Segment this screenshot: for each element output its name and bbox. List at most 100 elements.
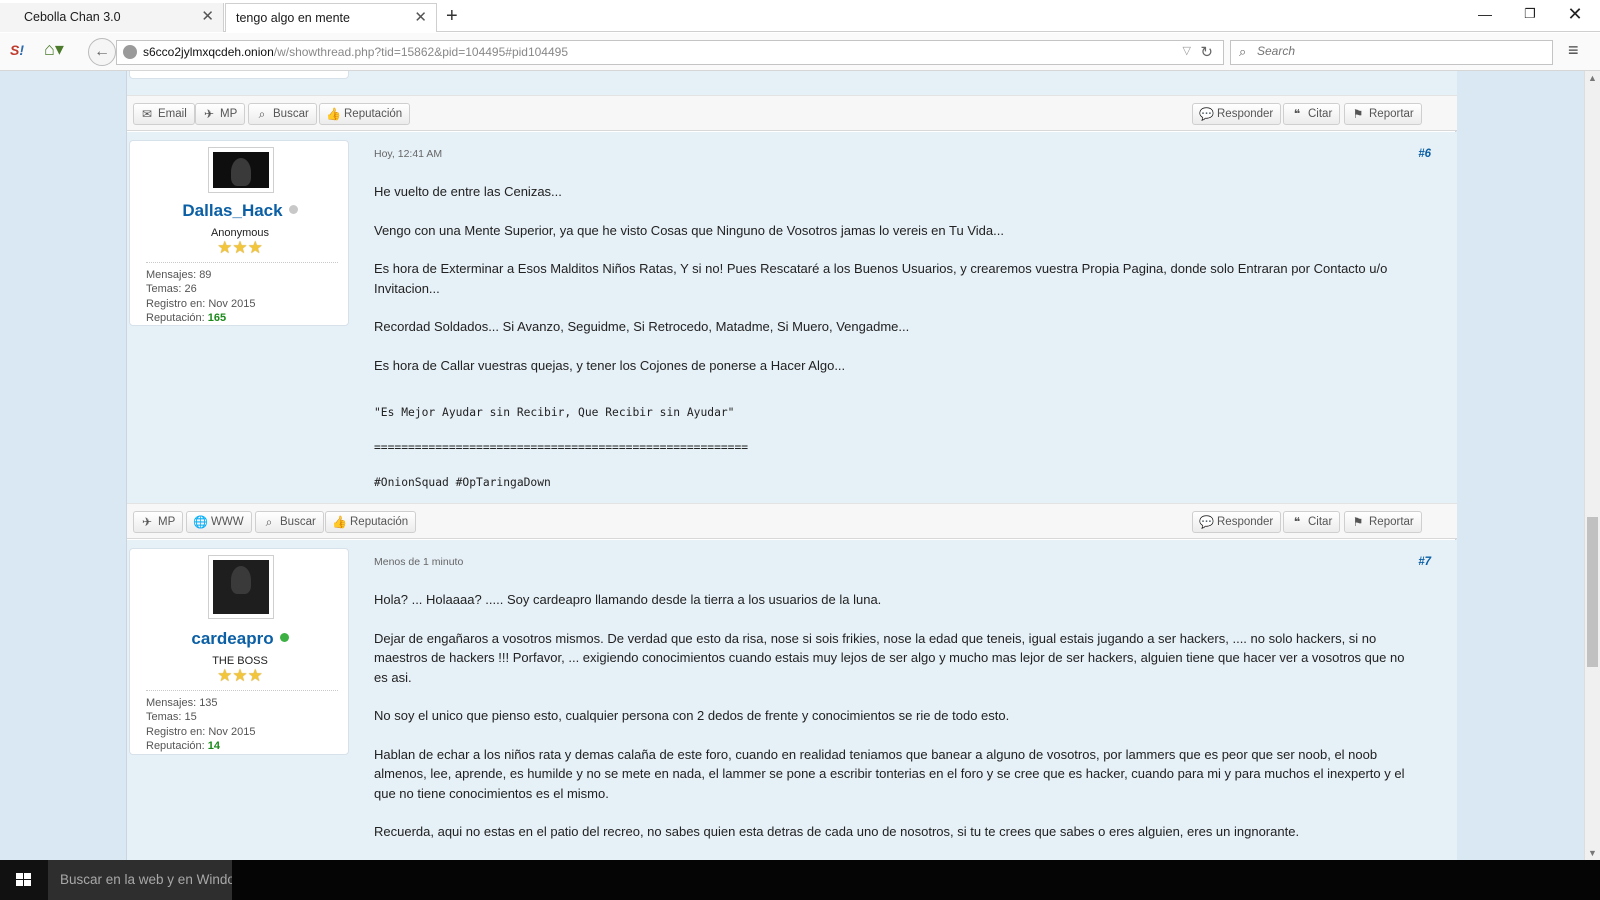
tab-tengo-algo-en-mente[interactable]: tengo algo en mente ✕: [225, 3, 437, 32]
post-body: He vuelto de entre las Cenizas... Vengo …: [374, 182, 1414, 394]
stat-threads: Temas: 15: [146, 711, 197, 724]
reputation-button[interactable]: 👍 Reputación: [325, 511, 417, 533]
vertical-scrollbar[interactable]: ▲ ▼: [1584, 71, 1600, 860]
post-body: Hola? ... Holaaaa? ..... Soy cardeapro l…: [374, 590, 1414, 860]
close-icon[interactable]: ✕: [414, 4, 427, 32]
forum-thread: ✉ Email ✈ MP ⌕ Buscar 👍 Reputación 💬 Responde…: [126, 71, 1457, 860]
search-input[interactable]: [1257, 44, 1537, 58]
page-viewport: ✉ Email ✈ MP ⌕ Buscar 👍 Reputación 💬 Responde…: [0, 71, 1584, 860]
search-icon: ⌕: [1239, 44, 1247, 59]
post-timestamp: Hoy, 12:41 AM: [374, 148, 443, 160]
close-icon[interactable]: ✕: [201, 3, 214, 31]
rank-stars-icon: ★★★: [217, 666, 263, 685]
stat-reputation: Reputación: 165: [146, 312, 227, 325]
url-dropdown-icon[interactable]: ▽: [1183, 44, 1191, 57]
pm-button[interactable]: ✈ MP: [195, 103, 246, 125]
email-button[interactable]: ✉ Email: [133, 103, 195, 125]
magnifier-icon: ⌕: [265, 515, 273, 529]
post-actions-bar: ✉ Email ✈ MP ⌕ Buscar 👍 Reputación 💬 Responde…: [127, 95, 1457, 131]
reply-button[interactable]: 💬 Responder: [1192, 103, 1282, 125]
post-paragraph: Recordad Soldados... Si Avanzo, Seguidme…: [374, 319, 910, 334]
avatar[interactable]: [208, 147, 274, 193]
author-panel: cardeapro THE BOSS ★★★ Mensajes: 135 Tem…: [129, 548, 349, 755]
search-button[interactable]: ⌕ Buscar: [248, 103, 317, 125]
reload-icon[interactable]: ↻: [1200, 43, 1213, 61]
quote-icon: ❝: [1293, 515, 1301, 529]
post-paragraph: Es hora de Callar vuestras quejas, y ten…: [374, 357, 846, 373]
speech-bubble-icon: 💬: [1199, 107, 1214, 121]
signature-line: "Es Mejor Ayudar sin Recibir, Que Recibi…: [374, 406, 735, 419]
author-panel-tail: [129, 71, 349, 79]
offline-status-icon: [288, 205, 298, 214]
extension-icon[interactable]: S!: [10, 42, 30, 62]
stat-posts: Mensajes: 135: [146, 697, 218, 709]
scrollbar-thumb[interactable]: [1587, 517, 1598, 667]
post-paragraph: Es hora de Exterminar a Esos Malditos Ni…: [374, 261, 1388, 296]
site-info-icon[interactable]: [123, 45, 137, 59]
stat-posts: Mensajes: 89: [146, 269, 212, 281]
username-link[interactable]: Dallas_Hack: [130, 201, 350, 221]
scroll-down-icon[interactable]: ▼: [1588, 848, 1597, 858]
post-paragraph: Hola? ... Holaaaa? ..... Soy cardeapro l…: [374, 592, 882, 607]
envelope-icon: ✉: [141, 107, 153, 121]
post-timestamp: Menos de 1 minuto: [374, 556, 464, 568]
divider: [146, 262, 338, 263]
windows-logo-icon: [16, 873, 32, 887]
reputation-value[interactable]: 165: [208, 312, 226, 324]
reply-button[interactable]: 💬 Responder: [1192, 511, 1282, 533]
search-bar[interactable]: ⌕: [1230, 40, 1553, 65]
pm-button[interactable]: ✈ MP: [133, 511, 184, 533]
search-button[interactable]: ⌕ Buscar: [255, 511, 324, 533]
reputation-button[interactable]: 👍 Reputación: [319, 103, 411, 125]
close-window-button[interactable]: ✕: [1552, 0, 1598, 30]
stat-registered: Registro en: Nov 2015: [146, 725, 256, 738]
magnifier-icon: ⌕: [258, 107, 266, 121]
address-bar[interactable]: s6cco2jylmxqcdeh.onion/w/showthread.php?…: [116, 40, 1224, 65]
avatar[interactable]: [208, 555, 274, 619]
quote-button[interactable]: ❝ Citar: [1283, 103, 1341, 125]
taskbar-search-box[interactable]: Buscar en la web y en Windows: [48, 860, 232, 900]
globe-icon: 🌐: [193, 515, 208, 529]
stat-threads: Temas: 26: [146, 283, 197, 296]
home-icon[interactable]: ⌂▾: [44, 39, 74, 63]
post-6: Dallas_Hack Anonymous ★★★ Mensajes: 89 T…: [127, 132, 1457, 503]
tab-title: Cebolla Chan 3.0: [24, 10, 121, 24]
scroll-up-icon[interactable]: ▲: [1588, 73, 1597, 83]
post-paragraph: Hablan de echar a los niños rata y demas…: [374, 746, 1405, 801]
quote-icon: ❝: [1293, 107, 1301, 121]
username-link[interactable]: cardeapro: [130, 629, 350, 649]
reputation-value[interactable]: 14: [208, 740, 220, 752]
flag-icon: ⚑: [1352, 515, 1364, 529]
windows-taskbar: Buscar en la web y en Windows: [0, 860, 1600, 900]
start-button[interactable]: [0, 860, 48, 900]
restore-button[interactable]: ❐: [1507, 0, 1553, 30]
website-button[interactable]: 🌐 WWW: [186, 511, 252, 533]
tab-cebolla-chan[interactable]: Cebolla Chan 3.0 ✕: [0, 3, 224, 32]
thumbs-up-icon: 👍: [326, 107, 341, 121]
divider: [146, 690, 338, 691]
post-paragraph: Dejar de engañaros a vosotros mismos. De…: [374, 630, 1405, 685]
tab-title: tengo algo en mente: [236, 11, 350, 25]
post-paragraph: He vuelto de entre las Cenizas...: [374, 184, 562, 199]
report-button[interactable]: ⚑ Reportar: [1344, 103, 1422, 125]
post-number-link[interactable]: #7: [1418, 556, 1431, 568]
previous-post-tail: [127, 71, 1457, 95]
flag-icon: ⚑: [1352, 107, 1364, 121]
navigation-toolbar: S! ⌂▾ ← s6cco2jylmxqcdeh.onion/w/showthr…: [0, 33, 1600, 71]
online-status-icon: [279, 633, 289, 642]
stat-registered: Registro en: Nov 2015: [146, 297, 256, 310]
quote-button[interactable]: ❝ Citar: [1283, 511, 1341, 533]
report-button[interactable]: ⚑ Reportar: [1344, 511, 1422, 533]
paper-plane-icon: ✈: [203, 107, 215, 121]
hamburger-menu-icon[interactable]: ≡: [1568, 41, 1590, 61]
new-tab-button[interactable]: +: [446, 3, 458, 29]
post-number-link[interactable]: #6: [1418, 148, 1431, 160]
paper-plane-icon: ✈: [141, 515, 153, 529]
minimize-button[interactable]: —: [1462, 0, 1508, 30]
thumbs-up-icon: 👍: [332, 515, 347, 529]
post-signature: "Es Mejor Ayudar sin Recibir, Que Recibi…: [374, 406, 1414, 511]
post-actions-bar: ✈ MP 🌐 WWW ⌕ Buscar 👍 Reputación 💬 Responder …: [127, 503, 1457, 539]
back-button[interactable]: ←: [88, 38, 116, 66]
post-paragraph: Vengo con una Mente Superior, ya que he …: [374, 222, 1004, 238]
rank-stars-icon: ★★★: [217, 238, 263, 257]
